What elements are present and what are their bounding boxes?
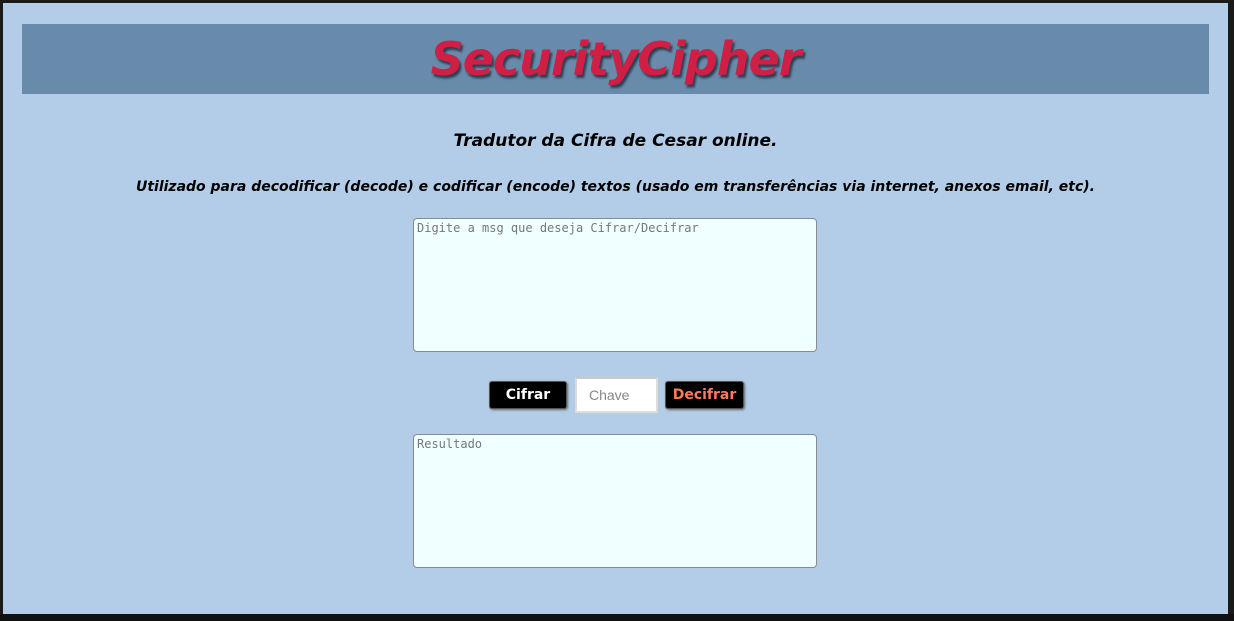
- result-output[interactable]: [413, 434, 817, 568]
- site-logo-title: SecurityCipher: [430, 32, 802, 86]
- page-container: SecurityCipher Tradutor da Cifra de Cesa…: [3, 3, 1228, 614]
- header-banner: SecurityCipher: [22, 24, 1209, 94]
- window-bottom-edge: [0, 614, 1234, 621]
- message-input[interactable]: [413, 218, 817, 352]
- page-description: Utilizado para decodificar (decode) e co…: [135, 179, 1096, 195]
- encrypt-button[interactable]: Cifrar: [489, 381, 567, 409]
- decrypt-button[interactable]: Decifrar: [665, 381, 744, 409]
- cipher-controls: Cifrar Decifrar: [3, 377, 1228, 415]
- page-subtitle: Tradutor da Cifra de Cesar online.: [453, 131, 778, 151]
- key-input[interactable]: [575, 377, 658, 413]
